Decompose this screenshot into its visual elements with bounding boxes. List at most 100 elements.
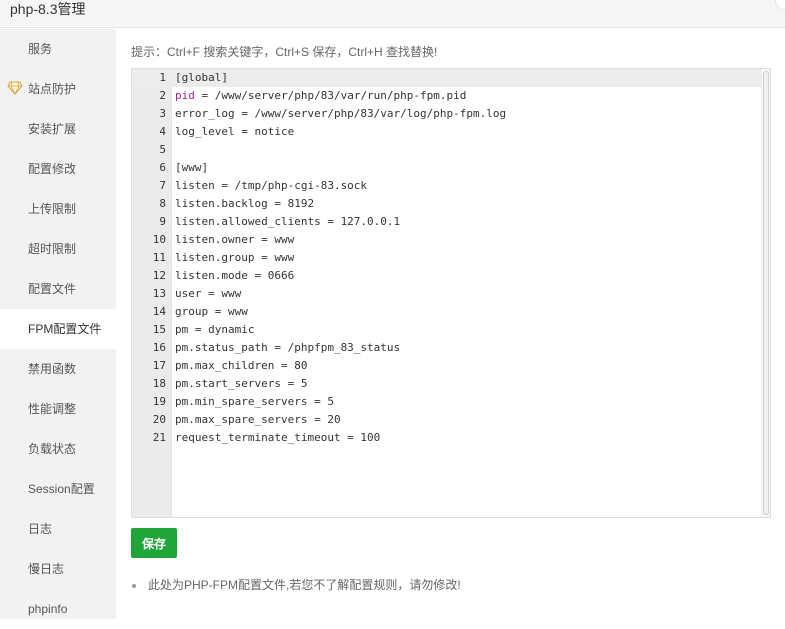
- sidebar-item-label: 安装扩展: [28, 122, 77, 136]
- line-code: listen.group = www: [175, 249, 294, 267]
- sidebar-item-config-edit[interactable]: 配置修改: [0, 149, 116, 189]
- sidebar-item-config-file[interactable]: 配置文件: [0, 269, 116, 309]
- window-titlebar: php-8.3管理: [0, 0, 785, 28]
- sidebar-item-slow-log[interactable]: 慢日志: [0, 549, 116, 589]
- code-text: pm.max_spare_servers = 20: [175, 413, 341, 426]
- line-code: listen.mode = 0666: [175, 267, 294, 285]
- sidebar-item-service[interactable]: 服务: [0, 29, 116, 69]
- editor-line[interactable]: 20 pm.max_spare_servers = 20: [132, 411, 770, 429]
- line-number: 8: [159, 197, 166, 210]
- line-number: 10: [152, 233, 166, 246]
- line-code: pid = /www/server/php/83/var/run/php-fpm…: [175, 87, 466, 105]
- scrollbar-thumb[interactable]: [763, 71, 769, 515]
- editor-line[interactable]: 4 log_level = notice: [132, 123, 770, 141]
- code-text: listen.owner = www: [175, 233, 295, 246]
- close-icon[interactable]: [775, 0, 785, 10]
- sidebar-item-label: 禁用函数: [28, 362, 77, 376]
- editor-line[interactable]: 8 listen.backlog = 8192: [132, 195, 770, 213]
- editor-line[interactable]: 10 listen.owner = www: [132, 231, 770, 249]
- line-number: 13: [152, 287, 166, 300]
- sidebar-item-label: 性能调整: [28, 402, 77, 416]
- line-code: pm.max_spare_servers = 20: [175, 411, 341, 429]
- line-code: log_level = notice: [175, 123, 294, 141]
- line-code: pm.min_spare_servers = 5: [175, 393, 334, 411]
- editor-line[interactable]: 17 pm.max_children = 80: [132, 357, 770, 375]
- line-number: 9: [159, 215, 166, 228]
- editor-line[interactable]: 11 listen.group = www: [132, 249, 770, 267]
- editor-line[interactable]: 21 request_terminate_timeout = 100: [132, 429, 770, 447]
- editor-line[interactable]: 16 pm.status_path = /phpfpm_83_status: [132, 339, 770, 357]
- code-text: pm.start_servers = 5: [175, 377, 308, 390]
- line-number: 18: [152, 377, 166, 390]
- editor-line[interactable]: 3 error_log = /www/server/php/83/var/log/…: [132, 105, 770, 123]
- sidebar-item-performance[interactable]: 性能调整: [0, 389, 116, 429]
- sidebar-item-label: phpinfo: [28, 602, 68, 616]
- code-text: listen.allowed_clients = 127.0.0.1: [175, 215, 401, 228]
- code-editor[interactable]: 1 [global] 2 pid = /www/server/php/83/var/r…: [131, 68, 771, 518]
- sidebar-item-disabled-functions[interactable]: 禁用函数: [0, 349, 116, 389]
- sidebar-item-site-protection[interactable]: 站点防护: [0, 69, 116, 109]
- sidebar-item-timeout-limit[interactable]: 超时限制: [0, 229, 116, 269]
- editor-line[interactable]: 14 group = www: [132, 303, 770, 321]
- sidebar: 服务 站点防护 安装扩展 配置修改 上传限制 超时限制 配置文件 FPM配置文件…: [0, 29, 116, 619]
- line-number: 7: [159, 179, 166, 192]
- line-number: 15: [152, 323, 166, 336]
- line-number: 1: [159, 71, 166, 84]
- sidebar-item-label: 服务: [28, 42, 53, 56]
- code-text: = /www/server/php/83/var/run/php-fpm.pid: [194, 89, 467, 102]
- sidebar-item-label: 站点防护: [28, 82, 77, 96]
- bullet-icon: [132, 583, 136, 588]
- code-text: listen.group = www: [175, 251, 295, 264]
- sidebar-item-log[interactable]: 日志: [0, 509, 116, 549]
- sidebar-item-label: 配置修改: [28, 162, 77, 176]
- line-number: 6: [159, 161, 166, 174]
- editor-line[interactable]: 9 listen.allowed_clients = 127.0.0.1: [132, 213, 770, 231]
- line-code: listen.owner = www: [175, 231, 294, 249]
- code-keyword: pid: [175, 89, 195, 102]
- code-text: listen = /tmp/php-cgi-83.sock: [175, 179, 368, 192]
- line-code: listen.backlog = 8192: [175, 195, 314, 213]
- line-number: 16: [152, 341, 166, 354]
- line-code: pm.status_path = /phpfpm_83_status: [175, 339, 400, 357]
- line-number: 4: [159, 125, 166, 138]
- sidebar-item-session[interactable]: Session配置: [0, 469, 116, 509]
- editor-line[interactable]: 6 [www]: [132, 159, 770, 177]
- code-text: user = www: [175, 287, 242, 300]
- sidebar-item-fpm-config[interactable]: FPM配置文件: [0, 309, 116, 349]
- editor-line[interactable]: 12 listen.mode = 0666: [132, 267, 770, 285]
- line-number: 19: [152, 395, 166, 408]
- code-text: listen.backlog = 8192: [175, 197, 315, 210]
- editor-line[interactable]: 13 user = www: [132, 285, 770, 303]
- line-number: 11: [152, 251, 166, 264]
- sidebar-item-phpinfo[interactable]: phpinfo: [0, 589, 116, 629]
- sidebar-item-label: FPM配置文件: [28, 322, 102, 336]
- editor-scrollbar[interactable]: [761, 69, 770, 517]
- line-code: [www]: [175, 159, 208, 177]
- main-content: 提示：Ctrl+F 搜索关键字，Ctrl+S 保存，Ctrl+H 查找替换! 1…: [116, 29, 785, 619]
- editor-line[interactable]: 2 pid = /www/server/php/83/var/run/php-fp…: [132, 87, 770, 105]
- line-number: 3: [159, 107, 166, 120]
- line-number: 17: [152, 359, 166, 372]
- editor-line[interactable]: 5: [132, 141, 770, 159]
- editor-line[interactable]: 18 pm.start_servers = 5: [132, 375, 770, 393]
- editor-line[interactable]: 15 pm = dynamic: [132, 321, 770, 339]
- save-button[interactable]: 保存: [131, 528, 177, 558]
- sidebar-item-upload-limit[interactable]: 上传限制: [0, 189, 116, 229]
- line-code: pm.start_servers = 5: [175, 375, 307, 393]
- diamond-icon: [7, 81, 23, 95]
- editor-line[interactable]: 1 [global]: [132, 69, 770, 87]
- code-text: pm = dynamic: [175, 323, 255, 336]
- code-text: group = www: [175, 305, 248, 318]
- editor-line[interactable]: 19 pm.min_spare_servers = 5: [132, 393, 770, 411]
- sidebar-item-install-extension[interactable]: 安装扩展: [0, 109, 116, 149]
- line-number: 21: [152, 431, 166, 444]
- code-text: [global]: [175, 71, 228, 84]
- sidebar-item-load-status[interactable]: 负载状态: [0, 429, 116, 469]
- sidebar-item-label: 慢日志: [28, 562, 65, 576]
- line-number: 14: [152, 305, 166, 318]
- line-code: listen.allowed_clients = 127.0.0.1: [175, 213, 400, 231]
- editor-line[interactable]: 7 listen = /tmp/php-cgi-83.sock: [132, 177, 770, 195]
- line-code: pm.max_children = 80: [175, 357, 307, 375]
- code-text: request_terminate_timeout = 100: [175, 431, 381, 444]
- sidebar-item-label: 超时限制: [28, 242, 77, 256]
